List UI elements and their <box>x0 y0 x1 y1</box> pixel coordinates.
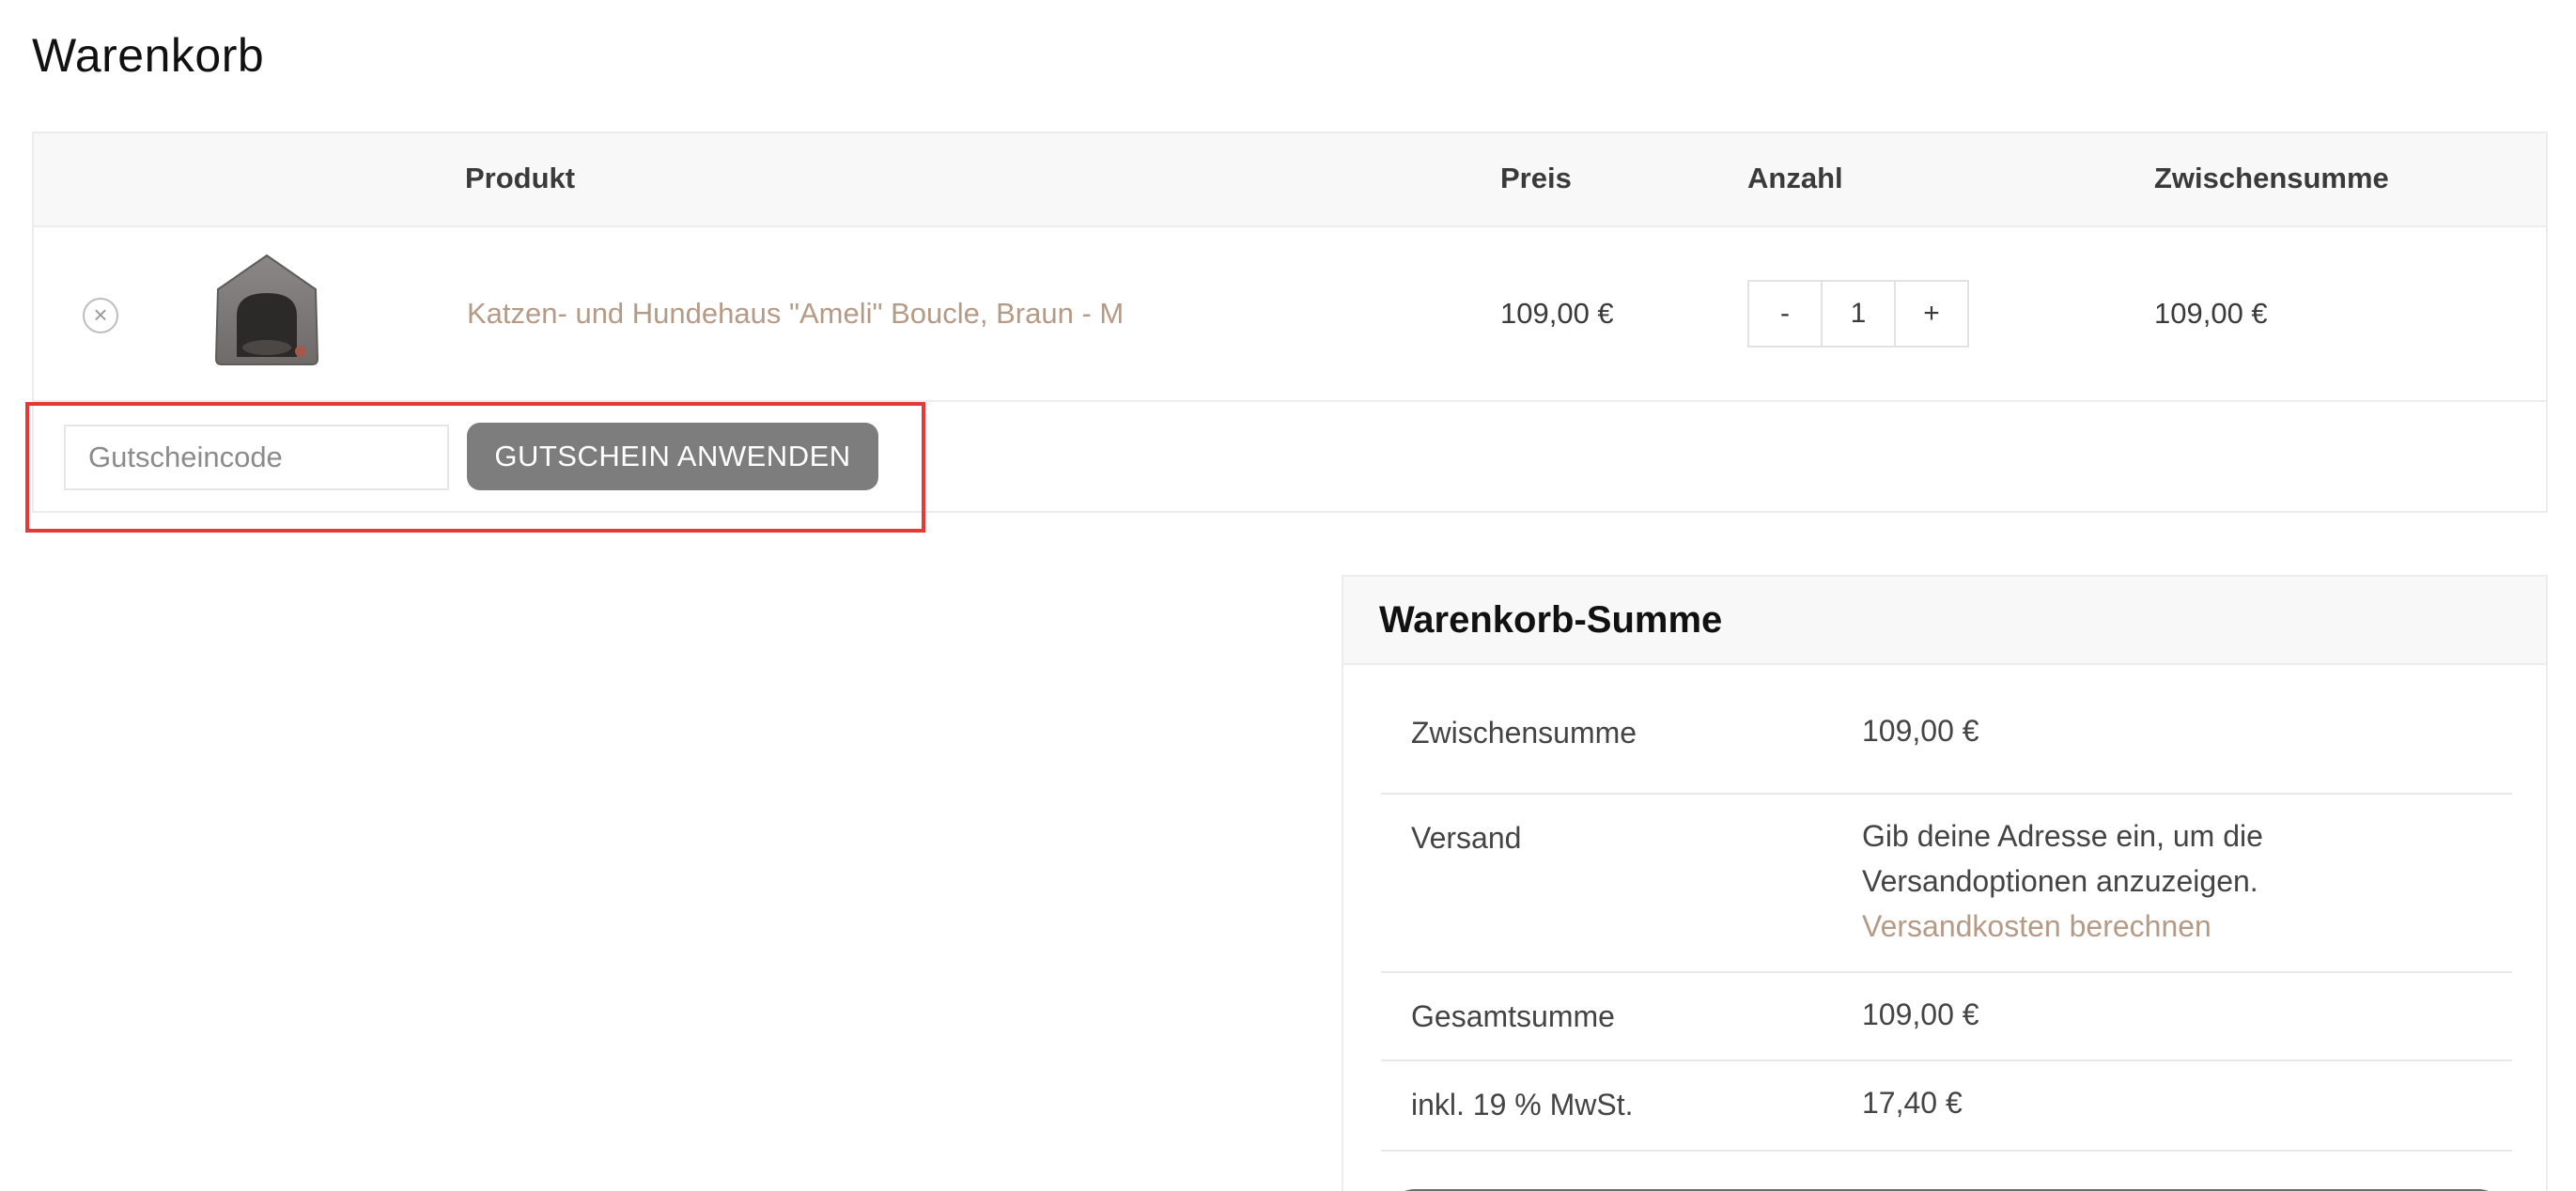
quantity-decrease-button[interactable]: - <box>1749 282 1821 346</box>
column-header-product: Produkt <box>465 162 576 194</box>
total-value: 109,00 € <box>1862 998 1979 1031</box>
quantity-stepper: - 1 + <box>1747 280 1969 348</box>
cart-page: Warenkorb Produkt Preis Anzahl Zwischens… <box>0 0 2576 1191</box>
quantity-input[interactable]: 1 <box>1821 282 1896 346</box>
apply-coupon-button[interactable]: GUTSCHEIN ANWENDEN <box>467 423 878 490</box>
coupon-code-input[interactable] <box>64 425 449 490</box>
tax-label: inkl. 19 % MwSt. <box>1411 1088 1634 1121</box>
product-link[interactable]: Katzen- und Hundehaus "Ameli" Boucle, Br… <box>467 297 1124 331</box>
column-header-price: Preis <box>1500 162 1572 194</box>
page-title: Warenkorb <box>32 29 265 82</box>
column-header-subtotal: Zwischensumme <box>2154 162 2389 194</box>
cart-totals-table: Zwischensumme 109,00 € Versand Gib deine… <box>1381 706 2512 1152</box>
shipping-info: Gib deine Adresse ein, um die Versandopt… <box>1862 813 2263 949</box>
cart-table-header: Produkt Preis Anzahl Zwischensumme <box>34 133 2546 227</box>
tax-row: inkl. 19 % MwSt. 17,40 € <box>1381 1061 2512 1152</box>
subtotal-label: Zwischensumme <box>1411 716 1637 750</box>
total-row: Gesamtsumme 109,00 € <box>1381 973 2512 1061</box>
column-header-quantity: Anzahl <box>1747 162 1843 194</box>
cart-table: Produkt Preis Anzahl Zwischensumme × Kat… <box>32 131 2548 513</box>
remove-item-icon[interactable]: × <box>83 298 118 333</box>
shipping-row: Versand Gib deine Adresse ein, um die Ve… <box>1381 795 2512 973</box>
total-label: Gesamtsumme <box>1411 999 1615 1033</box>
shipping-label: Versand <box>1411 821 1522 855</box>
product-thumbnail[interactable] <box>210 252 323 368</box>
item-subtotal: 109,00 € <box>2154 297 2268 330</box>
quantity-increase-button[interactable]: + <box>1896 282 1967 346</box>
shipping-text-line-1: Gib deine Adresse ein, um die <box>1862 819 2263 853</box>
tax-value: 17,40 € <box>1862 1086 1963 1120</box>
subtotal-row: Zwischensumme 109,00 € <box>1381 706 2512 795</box>
coupon-row: GUTSCHEIN ANWENDEN <box>34 402 2546 511</box>
shipping-text-line-2: Versandoptionen anzuzeigen. <box>1862 864 2258 898</box>
cart-totals-title: Warenkorb-Summe <box>1343 577 2546 665</box>
subtotal-value: 109,00 € <box>1862 714 1979 748</box>
cart-totals: Warenkorb-Summe Zwischensumme 109,00 € V… <box>1342 575 2548 1191</box>
table-row: × Katzen- und Hundehaus "Ameli" Boucle, … <box>34 227 2546 402</box>
calculate-shipping-link[interactable]: Versandkosten berechnen <box>1862 904 2263 949</box>
item-price: 109,00 € <box>1500 297 1614 330</box>
